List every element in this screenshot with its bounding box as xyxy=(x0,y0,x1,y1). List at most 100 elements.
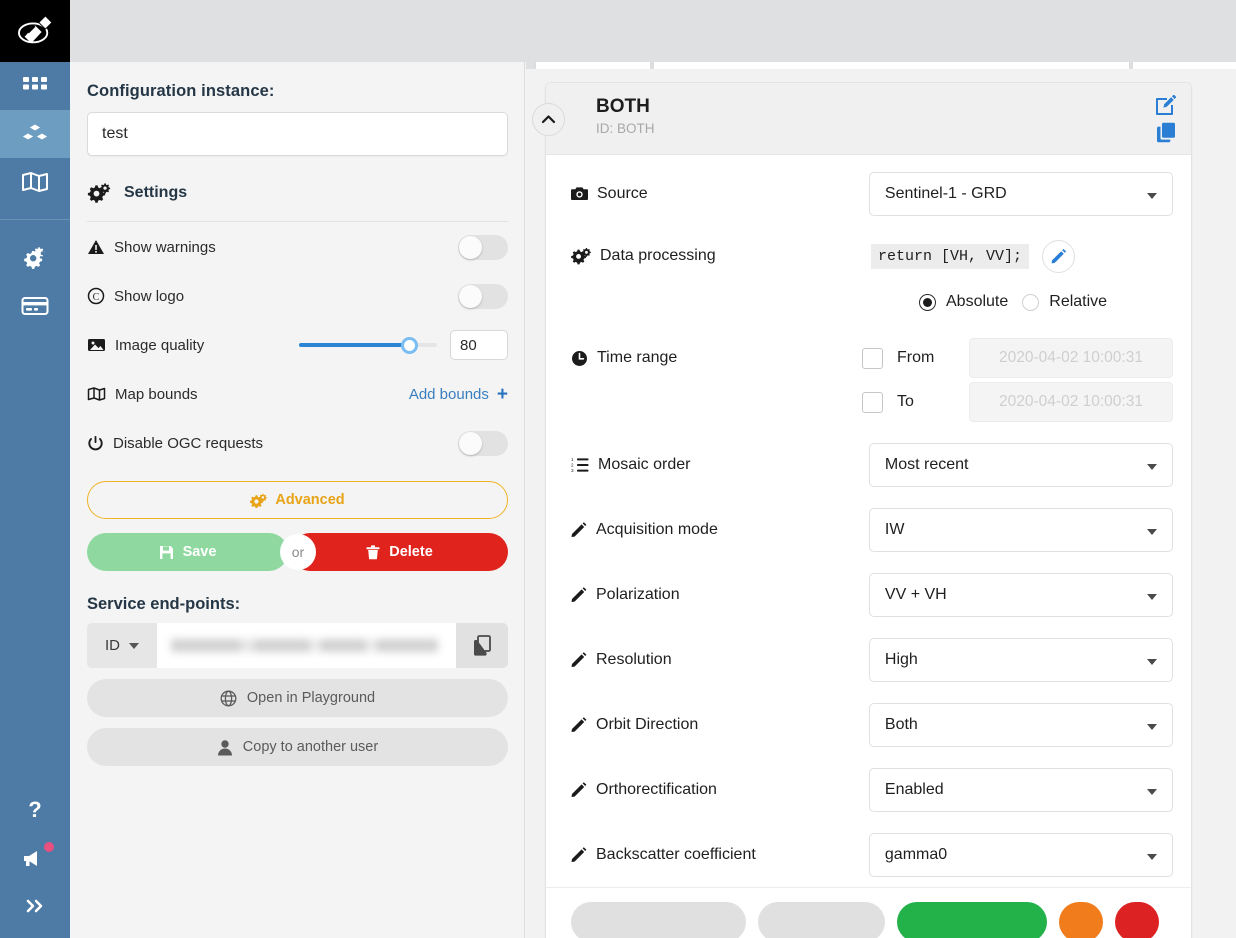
select-acquisition-mode[interactable]: IW xyxy=(868,507,1173,552)
pencil-icon xyxy=(571,716,587,732)
image-quality-slider[interactable] xyxy=(299,336,437,354)
copyright-icon: C xyxy=(87,287,105,305)
layer-collapse-toggle[interactable] xyxy=(532,103,565,136)
camera-icon xyxy=(571,187,588,200)
setting-label-disable-ogc: Disable OGC requests xyxy=(113,434,264,452)
notification-badge xyxy=(44,842,54,852)
copy-endpoint-button[interactable] xyxy=(456,623,508,668)
add-bounds-button[interactable]: Add bounds + xyxy=(409,385,508,404)
or-separator: or xyxy=(280,534,316,570)
cogs-icon xyxy=(250,493,268,508)
pencil-icon xyxy=(571,846,587,862)
sidebar-item-help[interactable]: ? xyxy=(0,786,70,834)
select-polarization[interactable]: VV + VH xyxy=(868,572,1173,617)
data-processing-code: return [VH, VV]; xyxy=(871,244,1030,269)
image-quality-value-input[interactable] xyxy=(450,330,508,360)
advanced-button[interactable]: Advanced xyxy=(87,481,508,519)
chevron-down-icon xyxy=(1147,463,1157,470)
copy-to-another-user-button[interactable]: Copy to another user xyxy=(87,728,508,766)
grid-icon xyxy=(23,77,47,90)
endpoint-type-selector[interactable]: ID xyxy=(87,623,157,668)
select-resolution[interactable]: High xyxy=(868,637,1173,682)
globe-icon xyxy=(220,690,237,706)
field-label-polarization: Polarization xyxy=(596,585,680,603)
add-bounds-label: Add bounds xyxy=(408,385,489,403)
endpoint-type-label: ID xyxy=(105,637,120,654)
field-row-data-processing: Data processing return [VH, VV]; Absolut… xyxy=(546,226,1191,330)
chevron-down-icon xyxy=(1147,528,1157,535)
sidebar-item-settings[interactable] xyxy=(0,234,70,282)
pencil-icon xyxy=(1051,249,1067,264)
setting-label-show-logo: Show logo xyxy=(114,287,185,305)
field-label-acquisition-mode: Acquisition mode xyxy=(596,520,718,538)
tab-1[interactable] xyxy=(536,62,650,69)
footer-button-1[interactable] xyxy=(571,902,746,938)
toggle-show-warnings[interactable] xyxy=(458,234,508,260)
footer-button-3[interactable] xyxy=(897,902,1047,938)
select-value-acquisition-mode: IW xyxy=(884,520,905,538)
date-input-from[interactable]: 2020-04-02 10:00:31 xyxy=(969,338,1173,378)
map-icon xyxy=(87,387,106,401)
toggle-show-logo[interactable] xyxy=(458,283,508,309)
map-icon xyxy=(22,172,48,192)
endpoint-url-input[interactable] xyxy=(157,623,456,668)
clock-icon xyxy=(572,350,587,366)
chevron-down-icon xyxy=(1147,593,1157,600)
sidebar-expand-toggle[interactable] xyxy=(0,882,70,930)
edit-pencil-square-icon[interactable] xyxy=(1156,95,1177,116)
date-input-to[interactable]: 2020-04-02 10:00:31 xyxy=(969,382,1173,422)
pencil-icon xyxy=(571,781,587,797)
chevron-down-icon xyxy=(1147,788,1157,795)
select-source[interactable]: Sentinel-1 - GRD xyxy=(868,171,1173,216)
field-label-data-processing: Data processing xyxy=(600,247,716,264)
layer-title: BOTH xyxy=(596,96,650,117)
open-in-playground-button[interactable]: Open in Playground xyxy=(87,679,508,717)
plus-icon: + xyxy=(496,383,508,405)
field-label-orthorectification: Orthorectification xyxy=(596,780,717,798)
config-instance-input[interactable] xyxy=(87,112,508,156)
field-row-backscatter-coefficient: Backscatter coefficient gamma0 xyxy=(546,822,1191,887)
layer-card-actions xyxy=(1156,95,1177,143)
layer-id: ID: BOTH xyxy=(596,121,655,136)
sidebar-item-billing[interactable] xyxy=(0,282,70,330)
delete-button[interactable]: Delete xyxy=(291,533,508,571)
field-label-source: Source xyxy=(597,184,648,202)
select-orthorectification[interactable]: Enabled xyxy=(868,767,1173,812)
radio-relative[interactable]: Relative xyxy=(1022,293,1107,311)
footer-button-4[interactable] xyxy=(1059,902,1103,938)
svg-text:?: ? xyxy=(28,797,41,822)
radio-label-relative: Relative xyxy=(1049,293,1108,310)
checkbox-time-from[interactable] xyxy=(862,347,883,369)
chevron-up-icon xyxy=(541,115,556,124)
sidebar-item-configuration[interactable] xyxy=(0,110,70,158)
footer-button-2[interactable] xyxy=(758,902,885,938)
field-row-orbit-direction: Orbit Direction Both xyxy=(546,692,1191,757)
radio-absolute[interactable]: Absolute xyxy=(919,293,1008,311)
select-value-polarization: VV + VH xyxy=(884,585,947,603)
field-row-source: Source Sentinel-1 - GRD xyxy=(546,161,1191,226)
tab-2[interactable] xyxy=(654,62,1129,69)
radio-label-absolute: Absolute xyxy=(946,293,1009,310)
sidebar-item-map[interactable] xyxy=(0,158,70,206)
field-row-mosaic-order: 1 2 3 Mosaic order Most recent xyxy=(546,432,1191,497)
tab-3[interactable] xyxy=(1133,62,1236,69)
copy-icon[interactable] xyxy=(1156,122,1177,143)
select-orbit-direction[interactable]: Both xyxy=(868,702,1173,747)
select-value-source: Sentinel-1 - GRD xyxy=(884,184,1007,202)
radio-dot-relative xyxy=(1022,293,1040,311)
open-in-playground-label: Open in Playground xyxy=(246,690,376,706)
checkbox-time-to[interactable] xyxy=(862,391,883,413)
sidebar-item-dashboard[interactable] xyxy=(0,62,70,110)
footer-button-5[interactable] xyxy=(1115,902,1159,938)
app-logo[interactable] xyxy=(0,0,70,62)
select-mosaic-order[interactable]: Most recent xyxy=(868,442,1173,487)
save-button[interactable]: Save xyxy=(87,533,288,571)
toggle-disable-ogc[interactable] xyxy=(458,430,508,456)
settings-divider xyxy=(87,221,508,222)
edit-data-processing-button[interactable] xyxy=(1042,240,1076,273)
setting-row-show-warnings: Show warnings xyxy=(87,223,508,271)
sidebar-item-announcements[interactable] xyxy=(0,834,70,882)
endpoint-url-redacted xyxy=(171,639,438,652)
pencil-icon xyxy=(571,651,587,667)
select-backscatter-coefficient[interactable]: gamma0 xyxy=(868,832,1173,877)
